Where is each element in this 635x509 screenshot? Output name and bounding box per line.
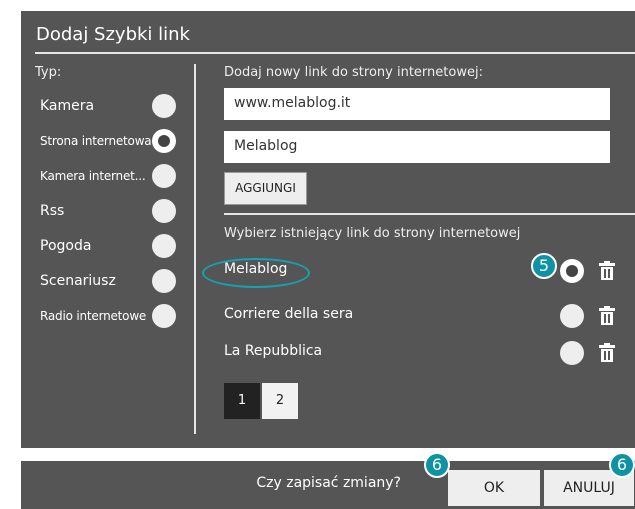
- callout-step-5: 5: [531, 253, 557, 279]
- existing-link-label: Wybierz istniejący link do strony intern…: [224, 226, 521, 241]
- callout-step-6-ok: 6: [424, 452, 450, 478]
- dialog-footer: Czy zapisać zmiany? OK ANULUJ: [21, 461, 635, 509]
- page-button-2[interactable]: 2: [262, 383, 298, 419]
- type-option-label: Strona internetowa: [40, 134, 152, 148]
- type-label: Typ:: [35, 65, 62, 80]
- ok-button[interactable]: OK: [448, 470, 540, 506]
- type-option-internet-radio[interactable]: Radio internetowe: [21, 300, 191, 332]
- quick-link-dialog: Dodaj Szybki link Typ: Kamera Strona int…: [21, 11, 635, 448]
- type-option-label: Kamera internet...: [40, 169, 146, 183]
- radio-button[interactable]: [560, 341, 584, 365]
- type-option-label: Kamera: [40, 98, 95, 114]
- add-button[interactable]: AGGIUNGI: [224, 172, 307, 205]
- type-option-webcam[interactable]: Kamera internet...: [21, 160, 191, 192]
- link-name-field[interactable]: Melablog: [224, 131, 610, 163]
- type-option-scenario[interactable]: Scenariusz: [21, 265, 191, 297]
- page-button-1[interactable]: 1: [224, 383, 260, 419]
- radio-button-selected[interactable]: [152, 129, 176, 153]
- callout-step-6-cancel: 6: [609, 452, 635, 478]
- url-field[interactable]: www.melablog.it: [224, 88, 610, 120]
- highlight-annotation: [202, 258, 310, 288]
- save-changes-prompt: Czy zapisać zmiany?: [256, 475, 401, 491]
- type-option-weather[interactable]: Pogoda: [21, 230, 191, 262]
- type-option-label: Scenariusz: [40, 273, 116, 289]
- trash-icon[interactable]: [598, 305, 616, 327]
- radio-button[interactable]: [152, 199, 176, 223]
- type-option-camera[interactable]: Kamera: [21, 90, 191, 122]
- link-label: Corriere della sera: [224, 306, 354, 322]
- section-divider: [224, 213, 635, 215]
- radio-button[interactable]: [152, 234, 176, 258]
- radio-button[interactable]: [152, 94, 176, 118]
- new-link-label: Dodaj nowy link do strony internetowej:: [224, 65, 483, 80]
- type-option-rss[interactable]: Rss: [21, 195, 191, 227]
- dialog-title: Dodaj Szybki link: [36, 24, 190, 45]
- type-option-website[interactable]: Strona internetowa: [21, 125, 191, 157]
- radio-button-selected[interactable]: [560, 259, 584, 283]
- type-option-label: Pogoda: [40, 238, 92, 254]
- radio-button[interactable]: [152, 304, 176, 328]
- link-label: La Repubblica: [224, 343, 323, 359]
- trash-icon[interactable]: [598, 260, 616, 282]
- radio-button[interactable]: [152, 164, 176, 188]
- link-row-corriere[interactable]: Corriere della sera: [224, 301, 635, 331]
- trash-icon[interactable]: [598, 342, 616, 364]
- type-option-label: Radio internetowe: [40, 309, 147, 323]
- column-divider: [194, 64, 196, 434]
- radio-button[interactable]: [560, 304, 584, 328]
- title-divider: [35, 52, 635, 54]
- type-option-label: Rss: [40, 203, 65, 219]
- link-row-repubblica[interactable]: La Repubblica: [224, 338, 635, 368]
- radio-button[interactable]: [152, 269, 176, 293]
